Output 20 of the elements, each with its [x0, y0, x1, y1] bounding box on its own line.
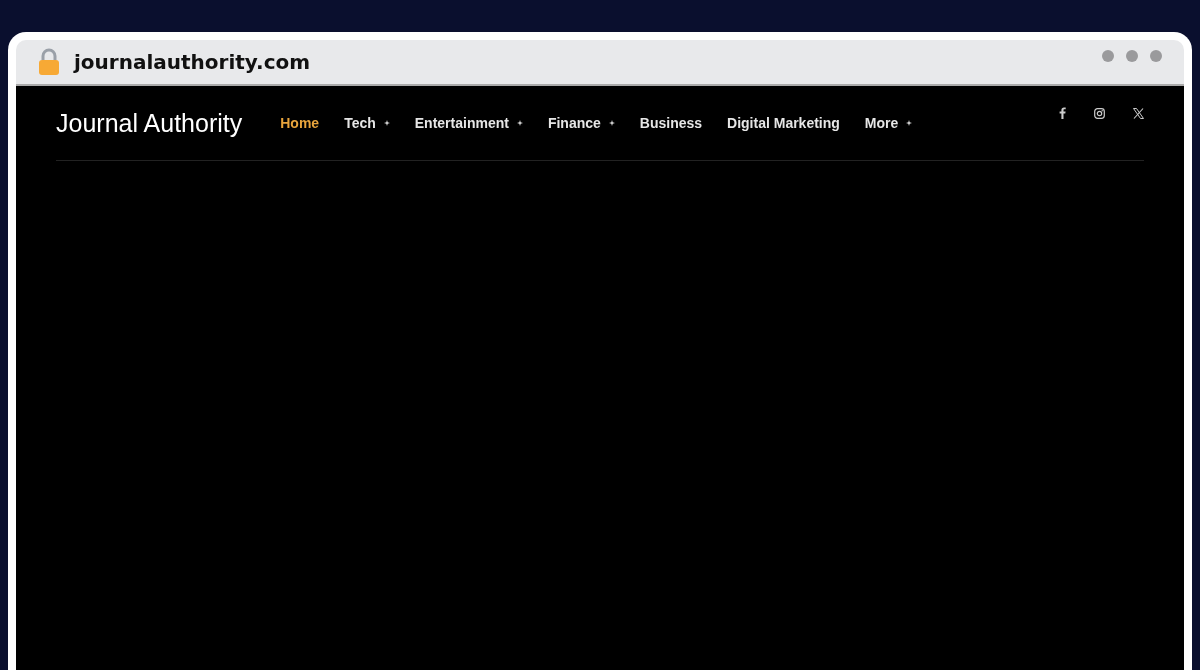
padlock-icon [38, 48, 60, 76]
nav-link[interactable]: Digital Marketing [727, 115, 840, 131]
window-dot[interactable] [1150, 50, 1162, 62]
nav-link[interactable]: Finance [547, 115, 615, 131]
window-dot[interactable] [1102, 50, 1114, 62]
nav-link[interactable]: Entertainment [414, 115, 523, 131]
nav-link[interactable]: Tech [344, 115, 390, 131]
window-dot[interactable] [1126, 50, 1138, 62]
f-logo-icon[interactable] [1059, 107, 1066, 119]
x-logo-icon[interactable] [1133, 107, 1144, 119]
sparkle-icon [516, 120, 523, 126]
sparkle-icon [383, 120, 390, 126]
nav-link[interactable]: Business [639, 115, 703, 131]
nav-link[interactable]: More [864, 115, 913, 131]
nav-link[interactable]: Home [280, 115, 320, 131]
address-bar-url[interactable]: journalauthority.com [74, 50, 311, 74]
sparkle-icon [608, 120, 615, 126]
camera-icon[interactable] [1094, 107, 1105, 119]
site-title[interactable]: Journal Authority [56, 108, 243, 138]
sparkle-icon [906, 120, 913, 126]
